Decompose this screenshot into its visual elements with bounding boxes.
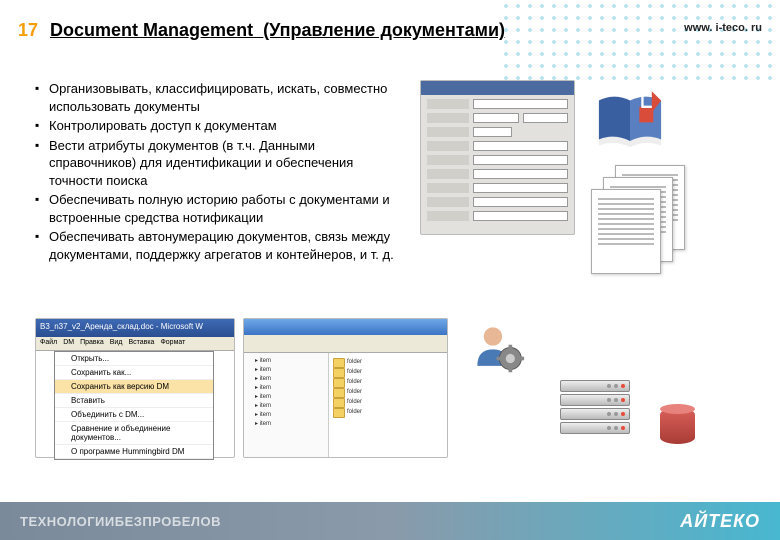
list-item: Вести атрибуты документов (в т.ч. Данным…: [35, 137, 405, 190]
word-dropdown: Открыть... Сохранить как... Сохранить ка…: [54, 351, 214, 460]
document-card-dialog: [420, 80, 575, 235]
dropdown-item: О программе Hummingbird DM: [55, 445, 213, 459]
list-item: Контролировать доступ к документам: [35, 117, 405, 135]
menu-item: DM: [63, 339, 74, 348]
document-stack-icon: [585, 165, 695, 275]
menu-item: Вставка: [128, 339, 154, 348]
menu-item: Файл: [40, 339, 57, 348]
menu-item: Правка: [80, 339, 104, 348]
user-gear-icon: [470, 320, 525, 375]
book-icon: [590, 85, 670, 155]
word-menubar: Файл DM Правка Вид Вставка Формат: [36, 337, 234, 351]
database-icon: [660, 408, 695, 450]
slide-footer: ТЕХНОЛОГИИБЕЗПРОБЕЛОВ АЙТЕКО: [0, 502, 780, 540]
list-item: Обеспечивать полную историю работы с док…: [35, 191, 405, 226]
dropdown-item: Открыть...: [55, 352, 213, 366]
footer-logo: АЙТЕКО: [680, 511, 760, 532]
slide-header: 17 Document Management (Управление докум…: [18, 20, 680, 41]
dropdown-item: Сохранить как версию DM: [55, 380, 213, 394]
word-titlebar: B3_n37_v2_Аренда_склад.doc - Microsoft W: [36, 319, 234, 337]
footer-slogan: ТЕХНОЛОГИИБЕЗПРОБЕЛОВ: [20, 514, 221, 529]
dropdown-item: Сравнение и объединение документов...: [55, 422, 213, 445]
list-item: Обеспечивать автонумерацию документов, с…: [35, 228, 405, 263]
word-window: B3_n37_v2_Аренда_склад.doc - Microsoft W…: [35, 318, 235, 458]
explorer-window: ▸ item▸ item▸ item ▸ item▸ item▸ item ▸ …: [243, 318, 448, 458]
slide-title: Document Management (Управление документ…: [50, 20, 505, 41]
dropdown-item: Объединить с DM...: [55, 408, 213, 422]
slide-number: 17: [18, 20, 38, 41]
menu-item: Вид: [110, 339, 123, 348]
site-url: www. i-teco. ru: [684, 22, 762, 34]
list-item: Организовывать, классифицировать, искать…: [35, 80, 405, 115]
title-ru: (Управление документами): [263, 20, 505, 40]
bullet-list: Организовывать, классифицировать, искать…: [35, 80, 405, 265]
dropdown-item: Вставить: [55, 394, 213, 408]
server-stack-icon: [560, 380, 650, 440]
menu-item: Формат: [160, 339, 185, 348]
title-en: Document Management: [50, 20, 253, 40]
dropdown-item: Сохранить как...: [55, 366, 213, 380]
